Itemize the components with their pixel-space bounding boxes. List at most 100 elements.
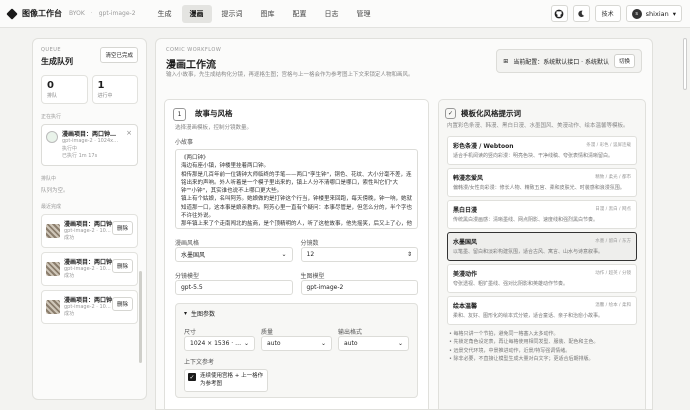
done-item-title: 漫画项目：两口钟… — [64, 296, 119, 304]
running-job-model: gpt-image-2 · 1024x… — [62, 138, 119, 144]
format-label: 输出格式 — [338, 329, 363, 336]
tips-list: 每格只讲一个节拍，避免同一格塞入太多动作。 先锁定角色设定表，再让每格使用相同发… — [447, 330, 637, 364]
stat-queued-num: 0 — [47, 80, 54, 91]
github-icon — [554, 9, 564, 18]
theme-toggle-button[interactable] — [572, 5, 590, 22]
page-scrollbar[interactable] — [683, 38, 687, 90]
clear-completed-button[interactable]: 清空已完成 — [100, 47, 138, 63]
stat-queued: 0 排队 — [41, 75, 88, 104]
format-select[interactable]: auto ⌄ — [338, 336, 409, 351]
template-card-tags: 水墨 / 留白 / 东方 — [595, 238, 631, 244]
panels-stepper[interactable]: 12 ⇕ — [300, 247, 418, 262]
nav-gallery[interactable]: 图库 — [253, 5, 283, 23]
top-right-actions: 技术 s shixian ▾ — [550, 5, 682, 22]
spinner-icon — [46, 131, 58, 143]
logo-icon — [6, 7, 18, 20]
text-model-input[interactable]: gpt-5.5 — [175, 280, 293, 295]
image-params-title: 生图参数 — [191, 311, 216, 318]
queue-scrollbar[interactable] — [139, 271, 142, 363]
ref-label: 上下文参考 — [184, 359, 215, 366]
running-job[interactable]: 漫画项目：两口钟… gpt-image-2 · 1024x… 执行中 已执行 1… — [41, 124, 138, 166]
quality-label: 质量 — [261, 329, 274, 336]
tip-item: 先锁定角色设定表，再让每格使用相同发型、服装、配色和主色。 — [449, 338, 637, 347]
template-card[interactable]: 绘本温馨 温馨 / 绘本 / 柔和 柔和、友好、图形化的绘本式分镜，适合童话、亲… — [447, 295, 637, 325]
running-job-elapsed: 已执行 1m 17s — [62, 153, 98, 159]
template-card-desc: 偏韩漫/女性向彩漫：修长人物、精致五官、柔和皮肤光、时装感和浪漫氛围。 — [453, 184, 625, 191]
nav-logs[interactable]: 日志 — [317, 5, 347, 23]
page-description: 输入小故事，先生成结构化分镜，再逐格生图；宫格与上一格会作为参考图上下文来锁定人… — [166, 72, 414, 78]
github-button[interactable] — [550, 5, 568, 22]
running-job-status: 执行中 — [62, 145, 78, 152]
cancel-icon[interactable]: × — [126, 129, 132, 137]
template-card-tags: 动作 / 超英 / 分镜 — [595, 270, 631, 276]
done-item[interactable]: 漫画项目：两口钟… gpt-image-2 · 10… 成功 删除 — [41, 213, 138, 248]
template-card-tags: 条漫 / 彩色 / 竖屏连载 — [586, 142, 631, 148]
story-textarea[interactable]: 《两口钟》 海边有座小镇，钟楼里挂着两口钟。 相传那是几百年前一位铸钟大师临终的… — [175, 149, 418, 229]
thumbnail — [46, 223, 60, 238]
template-card-tags: 温馨 / 绘本 / 柔和 — [595, 302, 631, 308]
image-model-input[interactable]: gpt-image-2 — [300, 280, 418, 295]
template-card-tags: 日漫 / 黑白 / 网点 — [595, 206, 631, 212]
switch-config-button[interactable]: 切换 — [613, 54, 635, 68]
image-params-header[interactable]: ▾ 生图参数 — [184, 309, 409, 318]
size-value: 1024 × 1536 · … — [190, 340, 242, 347]
template-card[interactable]: 黑白日漫 日漫 / 黑白 / 网点 传统黑白漫画感：清晰墨线、网点阴影、速度线和… — [447, 199, 637, 229]
image-model-label: 生图模型 — [300, 273, 325, 280]
format-value: auto — [344, 340, 358, 347]
page-title: 漫画工作流 — [166, 60, 216, 71]
done-list: 漫画项目：两口钟… gpt-image-2 · 10… 成功 删除 漫画项目：两… — [41, 213, 138, 324]
caret-down-icon: ▾ — [184, 310, 188, 317]
user-menu[interactable]: s shixian ▾ — [625, 5, 682, 22]
delete-button[interactable]: 删除 — [111, 258, 133, 273]
queue-panel: QUEUE 生成队列 清空已完成 0 排队 1 进行中 正在执行 漫画项目：两口… — [32, 38, 147, 400]
avatar: s — [631, 8, 642, 19]
chevron-down-icon: ⌄ — [243, 340, 249, 347]
nav-comic[interactable]: 漫画 — [181, 4, 212, 23]
step-number: 1 — [173, 108, 186, 121]
done-item-status: 成功 — [64, 273, 75, 279]
template-card[interactable]: 彩色条漫 / Webtoon 条漫 / 彩色 / 竖屏连载 适合手机阅读的竖向彩… — [447, 135, 637, 165]
main-nav: 生成 漫画 提示词 图库 配置 日志 管理 — [150, 4, 379, 23]
tip-item: 每格只讲一个节拍，避免同一格塞入太多动作。 — [449, 330, 637, 339]
template-card[interactable]: 韩漫恋爱风 精致 / 柔光 / 都市 偏韩漫/女性向彩漫：修长人物、精致五官、柔… — [447, 167, 637, 197]
done-item-title: 漫画项目：两口钟… — [64, 220, 119, 228]
username: shixian — [645, 9, 669, 18]
comic-workflow-panel: COMIC WORKFLOW 漫画工作流 输入小故事，先生成结构化分镜，再逐格生… — [155, 38, 653, 410]
done-item-sub: gpt-image-2 · 10… — [64, 303, 111, 310]
done-section-title: 最近完成 — [41, 203, 62, 210]
config-box: ⊞ 当前配置：系统默认接口 · 系统默认 切换 — [496, 49, 642, 73]
waiting-section-title: 排队中 — [41, 175, 57, 182]
template-card-selected[interactable]: 水墨国风 水墨 / 留白 / 东方 以笔墨、留白和淡彩构建氛围，适合古风、寓言、… — [447, 231, 637, 261]
nav-admin[interactable]: 管理 — [349, 5, 379, 23]
moon-icon — [578, 10, 585, 17]
template-section: ✓ 模板化风格提示词 内置彩色条漫、韩漫、黑白日漫、水墨国风、美漫动作、绘本温馨… — [438, 99, 646, 409]
done-item[interactable]: 漫画项目：两口钟… gpt-image-2 · 10… 成功 删除 — [41, 289, 138, 324]
done-item[interactable]: 漫画项目：两口钟… gpt-image-2 · 10… 成功 删除 — [41, 251, 138, 286]
queue-stats: 0 排队 1 进行中 — [41, 75, 138, 104]
delete-button[interactable]: 删除 — [111, 220, 133, 235]
nav-config[interactable]: 配置 — [285, 5, 315, 23]
template-card-desc: 以笔墨、留白和淡彩构建氛围，适合古风、寓言、山水与诗意叙事。 — [453, 248, 604, 255]
nav-generate[interactable]: 生成 — [150, 5, 180, 23]
template-card[interactable]: 美漫动作 动作 / 超英 / 分镜 夸张透视、粗犷墨线、强对比阴影和英雄动作节奏… — [447, 263, 637, 293]
thumbnail — [46, 299, 60, 314]
template-title: 模板化风格提示词 — [461, 109, 521, 118]
tech-button[interactable]: 技术 — [594, 5, 621, 22]
style-label: 漫画风格 — [175, 240, 200, 247]
waiting-empty-text: 队列为空。 — [41, 187, 69, 194]
size-label: 尺寸 — [184, 329, 197, 336]
template-card-desc: 夸张透视、粗犷墨线、强对比阴影和英雄动作节奏。 — [453, 280, 569, 287]
model-name: gpt-image-2 — [98, 10, 136, 17]
ref-checkbox-row[interactable]: ✓ 连续使用宫格 + 上一格作为参考图 — [184, 369, 268, 393]
style-select[interactable]: 水墨国风 ⌄ — [175, 247, 293, 262]
tip-item: 远景交代环境，中景推进动作，近景/特写强调情绪。 — [449, 347, 637, 356]
quality-select[interactable]: auto ⌄ — [261, 336, 332, 351]
running-job-title: 漫画项目：两口钟… — [62, 131, 117, 138]
story-section: 1 故事与风格 选择漫画模板，控制分镜数量。 小故事 《两口钟》 海边有座小镇，… — [164, 99, 429, 409]
checkbox-checked-icon[interactable]: ✓ — [188, 373, 196, 381]
delete-button[interactable]: 删除 — [111, 296, 133, 311]
template-subtitle: 内置彩色条漫、韩漫、黑白日漫、水墨国风、美漫动作、绘本温馨等模板。 — [447, 123, 629, 129]
nav-prompts[interactable]: 提示词 — [214, 5, 251, 23]
size-select[interactable]: 1024 × 1536 · … ⌄ — [184, 336, 255, 351]
brand-separator: · — [90, 10, 93, 17]
